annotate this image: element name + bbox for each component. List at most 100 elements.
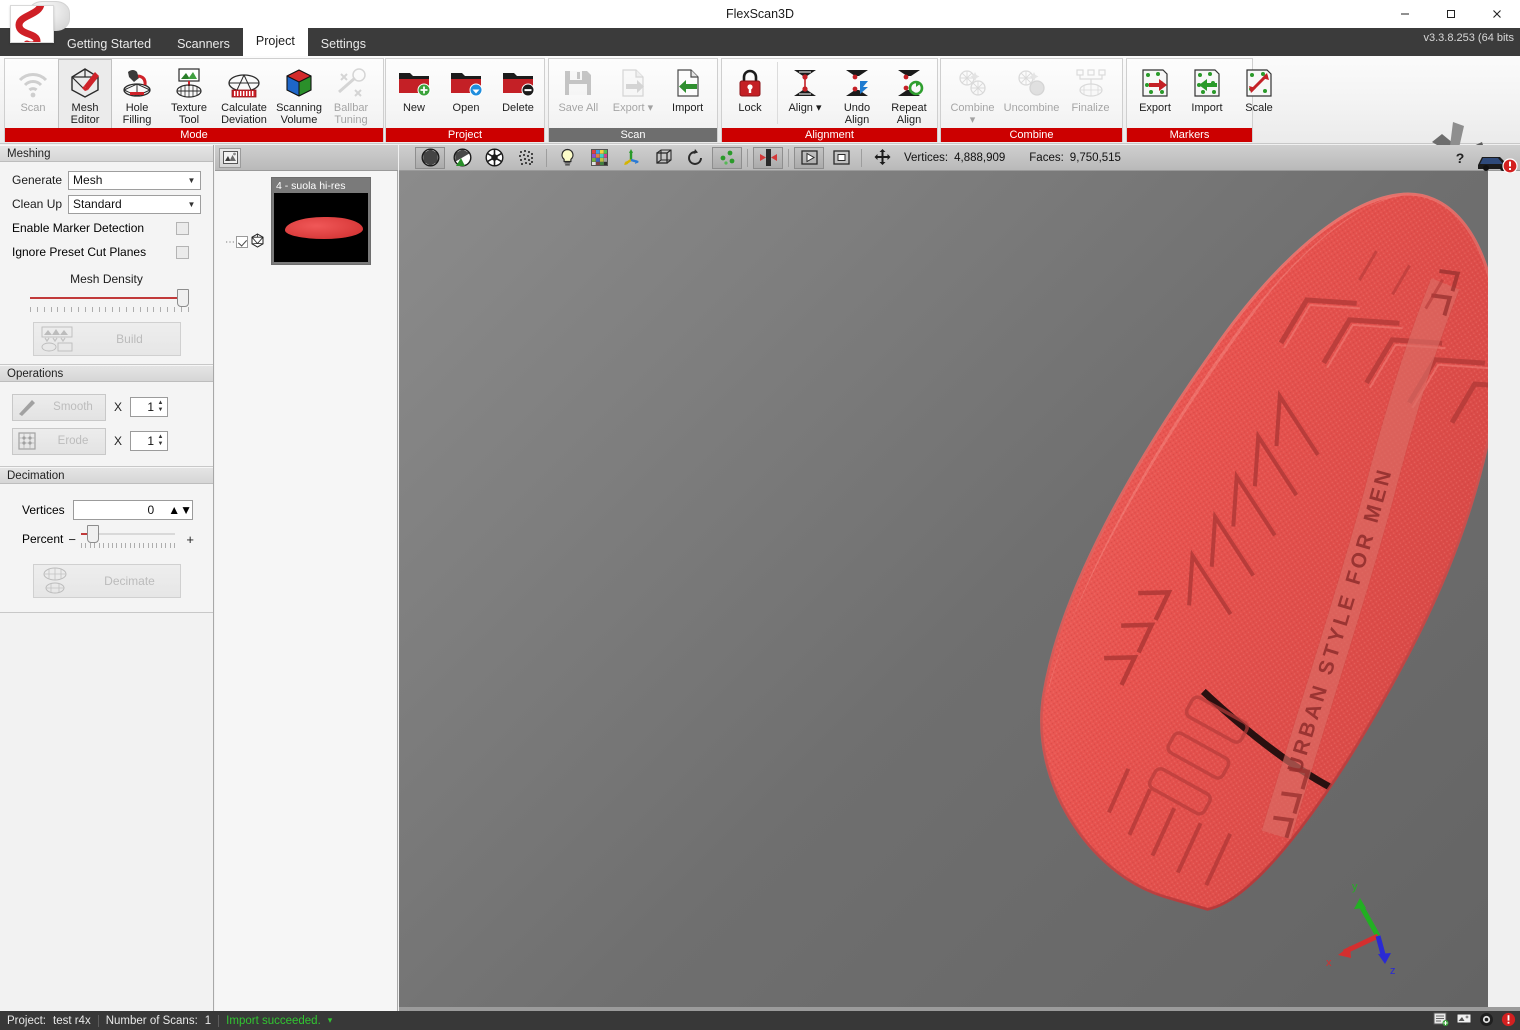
- ribbon-button-finalize[interactable]: Finalize: [1062, 60, 1120, 128]
- minimize-button[interactable]: [1382, 0, 1428, 28]
- ribbon-button-markers-scale[interactable]: Scale: [1233, 60, 1285, 128]
- ribbon-button-align[interactable]: Align ▾: [779, 60, 831, 128]
- ribbon-label-hole-filling: Hole Filling: [122, 102, 152, 126]
- spinner-arrows[interactable]: ▲▼: [168, 503, 192, 517]
- ribbon-group-combine: Combine ▾ Uncombine Finalize Combine: [940, 58, 1123, 142]
- target-icon[interactable]: [1479, 1012, 1494, 1030]
- percent-ticks: [80, 543, 176, 549]
- smooth-button[interactable]: Smooth: [12, 393, 106, 421]
- ribbon-button-mesh-editor[interactable]: Mesh Editor: [58, 59, 112, 129]
- tab-project[interactable]: Project: [242, 28, 308, 56]
- build-button[interactable]: Build: [32, 322, 181, 356]
- ribbon-button-scanning-volume[interactable]: Scanning Volume: [273, 60, 325, 128]
- reset-view-button[interactable]: [680, 147, 710, 169]
- ribbon-group-label-scan: Scan: [549, 128, 717, 142]
- ribbon-button-new[interactable]: New: [388, 60, 440, 128]
- error-icon[interactable]: [1501, 1012, 1516, 1030]
- ribbon-button-repeat-align[interactable]: Repeat Align: [883, 60, 935, 128]
- ribbon-label-align: Align ▾: [788, 102, 822, 114]
- mesh-visibility-icon[interactable]: [250, 233, 265, 251]
- ribbon-button-delete[interactable]: Delete: [492, 60, 544, 128]
- ribbon-button-save-all[interactable]: Save All: [552, 60, 604, 128]
- smooth-icon: [13, 397, 41, 417]
- view-points-button[interactable]: [511, 147, 541, 169]
- maximize-button[interactable]: [1428, 0, 1474, 28]
- spinner-arrows[interactable]: ▲▼: [155, 398, 166, 416]
- ribbon-group-alignment: Lock Align ▾ Undo Align Repeat Align Ali…: [721, 58, 938, 142]
- mesh-density-slider[interactable]: [30, 288, 189, 318]
- ribbon-label-scanning-volume: Scanning Volume: [276, 102, 322, 126]
- erode-multiplier-spinner[interactable]: 1 ▲ ▼: [130, 431, 169, 451]
- stop-turntable-button[interactable]: [826, 147, 856, 169]
- ribbon-button-lock[interactable]: Lock: [724, 60, 776, 128]
- generate-select[interactable]: Mesh ▼: [68, 170, 201, 190]
- scan-item-checkbox[interactable]: [236, 236, 248, 248]
- scan-list-toolbar: [215, 145, 398, 171]
- ribbon-button-ballbar-tuning[interactable]: Ballbar Tuning: [325, 60, 377, 128]
- ribbon-label-save-all: Save All: [558, 102, 599, 114]
- percent-plus-label[interactable]: +: [186, 532, 194, 547]
- mesh-density-thumb[interactable]: [176, 289, 189, 307]
- ribbon-button-markers-import[interactable]: Import: [1181, 60, 1233, 128]
- toggle-markers-button[interactable]: [712, 146, 742, 169]
- ignore-cut-planes-checkbox[interactable]: [176, 245, 189, 259]
- ignore-cut-planes-row: Ignore Preset Cut Planes: [0, 240, 213, 264]
- viewport-3d[interactable]: URBAN STYLE FOR MEN y x z: [399, 145, 1488, 1011]
- ribbon-button-calculate-deviation[interactable]: Calculate Deviation: [215, 60, 273, 128]
- ribbon-button-uncombine[interactable]: Uncombine: [1003, 60, 1061, 128]
- toggle-bounding-box-button[interactable]: [648, 147, 678, 169]
- toggle-cut-plane-button[interactable]: [753, 146, 783, 169]
- percent-slider[interactable]: [80, 524, 176, 554]
- tab-scanners[interactable]: Scanners: [164, 32, 243, 56]
- cleanup-select[interactable]: Standard ▼: [68, 194, 201, 214]
- ribbon-button-undo-align[interactable]: Undo Align: [831, 60, 883, 128]
- smooth-multiplier-spinner[interactable]: 1 ▲ ▼: [130, 397, 169, 417]
- percent-minus-label[interactable]: −: [68, 532, 76, 547]
- ribbon-button-hole-filling[interactable]: Hole Filling: [111, 60, 163, 128]
- vertices-stat-label: Vertices:: [904, 151, 949, 164]
- ribbon-button-texture-tool[interactable]: Texture Tool: [163, 60, 215, 128]
- color-palette-button[interactable]: [584, 147, 614, 169]
- play-turntable-button[interactable]: [794, 146, 824, 169]
- ribbon-group-mode: Scan Mesh Editor Hole Filling Texture To…: [4, 58, 384, 142]
- pan-tool-button[interactable]: [867, 147, 897, 169]
- percent-thumb[interactable]: [87, 525, 100, 543]
- ribbon-button-markers-export[interactable]: Export: [1129, 60, 1181, 128]
- ribbon-button-combine[interactable]: Combine ▾: [944, 60, 1002, 128]
- spinner-arrows[interactable]: ▲▼: [155, 432, 166, 450]
- scan-list-panel: ⋯ 4 - suola hi-res: [215, 145, 398, 1011]
- monitor-icon[interactable]: [1456, 1012, 1472, 1029]
- ribbon-button-import[interactable]: Import: [662, 60, 714, 128]
- status-project-label: Project:: [7, 1014, 46, 1027]
- log-icon[interactable]: [1433, 1012, 1449, 1029]
- status-message-dropdown[interactable]: ▾: [328, 1015, 340, 1026]
- ribbon-label-uncombine: Uncombine: [1003, 102, 1060, 114]
- decimate-button[interactable]: Decimate: [32, 564, 181, 598]
- ribbon-group-label-mode: Mode: [5, 128, 383, 142]
- vertices-input[interactable]: 0 ▲▼: [72, 500, 193, 520]
- view-shaded-button[interactable]: [415, 146, 445, 169]
- toggle-axis-button[interactable]: [616, 147, 646, 169]
- erode-button[interactable]: Erode: [12, 427, 106, 455]
- scan-thumbnail-card[interactable]: 4 - suola hi-res: [271, 177, 371, 265]
- ribbon-button-export[interactable]: Export ▾: [607, 60, 659, 128]
- ribbon-label-new: New: [402, 102, 425, 114]
- view-textured-button[interactable]: [447, 147, 477, 169]
- scanner-alert-icon[interactable]: [1474, 147, 1518, 174]
- close-button[interactable]: [1474, 0, 1520, 28]
- ribbon-button-scan[interactable]: Scan: [7, 60, 59, 128]
- section-header-meshing: Meshing: [0, 145, 213, 162]
- ribbon-group-label-alignment: Alignment: [722, 128, 937, 142]
- app-logo[interactable]: [6, 0, 70, 44]
- help-question-icon[interactable]: ?: [1450, 148, 1470, 168]
- ribbon-button-open[interactable]: Open: [440, 60, 492, 128]
- marker-detection-checkbox[interactable]: [176, 221, 189, 235]
- tab-getting-started[interactable]: Getting Started: [54, 32, 164, 56]
- thumbnail-view-icon[interactable]: [219, 147, 241, 168]
- ribbon-label-combine: Combine ▾: [950, 102, 995, 126]
- tab-settings[interactable]: Settings: [308, 32, 379, 56]
- ribbon-group-project: New Open Delete Project: [385, 58, 545, 142]
- view-wireframe-button[interactable]: [479, 147, 509, 169]
- generate-value: Mesh: [73, 173, 103, 187]
- toggle-lighting-button[interactable]: [552, 147, 582, 169]
